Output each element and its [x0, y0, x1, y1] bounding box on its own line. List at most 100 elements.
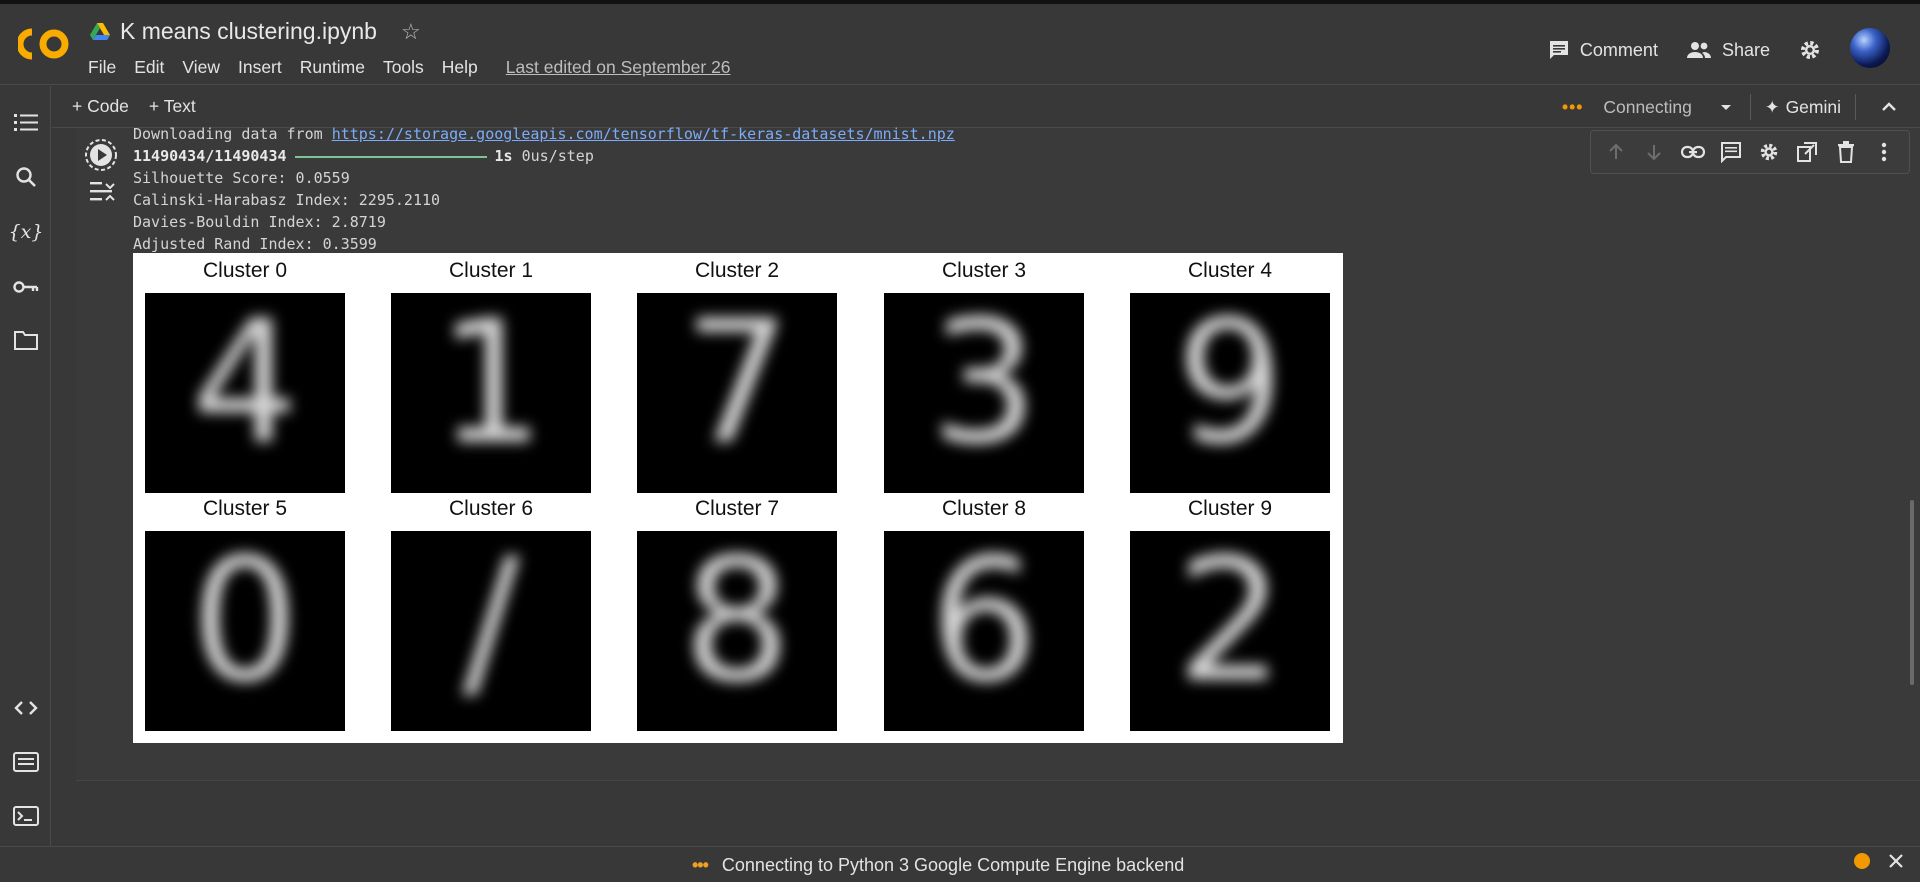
cluster-title: Cluster 3 [941, 259, 1027, 282]
link-icon[interactable] [1680, 140, 1705, 164]
star-icon[interactable]: ☆ [401, 19, 421, 45]
search-icon[interactable] [12, 163, 40, 191]
cluster-figure: Cluster 0 4 Cluster 1 1 Cluster 2 7 Cluster 3 3… [133, 253, 1343, 743]
davies-index: Davies-Bouldin Index: 2.8719 [133, 213, 386, 231]
progress-line: 11490434/11490434 1s 0us/step [133, 145, 955, 167]
rand-index: Adjusted Rand Index: 0.3599 [133, 235, 377, 253]
progress-count: 11490434/11490434 [133, 147, 287, 165]
centroid-digit-glyph: 1 [437, 293, 545, 482]
centroid-digit: 2 [1130, 531, 1330, 731]
cluster-centroid-image: 3 [884, 293, 1084, 493]
silhouette-score: Silhouette Score: 0.0559 [133, 169, 350, 187]
menu-file[interactable]: File [88, 57, 116, 78]
cluster-centroid-image: 9 [1130, 293, 1330, 493]
status-bar: ••• Connecting to Python 3 Google Comput… [0, 846, 1920, 882]
centroid-digit-glyph: 6 [930, 531, 1038, 720]
share-button[interactable]: Share [1686, 40, 1770, 61]
cluster-title: Cluster 6 [448, 497, 534, 520]
last-edited-link[interactable]: Last edited on September 26 [506, 57, 731, 78]
terminal-icon[interactable] [12, 802, 40, 830]
divider [1855, 94, 1856, 120]
centroid-digit: / [391, 531, 591, 731]
add-text-button[interactable]: + Text [149, 96, 196, 117]
centroid-digit: 8 [637, 531, 837, 731]
cluster-title: Cluster 1 [448, 259, 534, 282]
cluster-centroid-image: 7 [637, 293, 837, 493]
comment-label: Comment [1579, 39, 1658, 60]
menu-help[interactable]: Help [442, 57, 478, 78]
comment-cell-icon[interactable] [1719, 140, 1743, 164]
move-down-icon[interactable] [1642, 140, 1666, 164]
centroid-digit-glyph: / [462, 531, 520, 720]
cluster-centroid-image: 4 [145, 293, 345, 493]
chevron-down-icon[interactable] [1716, 97, 1736, 117]
centroid-digit-glyph: 3 [930, 293, 1038, 482]
gemini-label: Gemini [1785, 96, 1841, 117]
cluster-centroid-image: 0 [145, 531, 345, 731]
cluster-title: Cluster 2 [694, 259, 780, 282]
people-icon [1686, 42, 1711, 58]
folder-icon[interactable] [12, 326, 40, 354]
centroid-digit: 9 [1130, 293, 1330, 493]
drive-icon[interactable] [90, 22, 110, 41]
key-icon[interactable] [12, 273, 40, 301]
gemini-button[interactable]: ✦ Gemini [1765, 97, 1841, 118]
cluster-title: Cluster 0 [202, 259, 288, 282]
cell-output: Downloading data from https://storage.go… [133, 123, 955, 255]
menu-insert[interactable]: Insert [238, 57, 282, 78]
comment-icon [1549, 41, 1568, 59]
colab-logo[interactable] [18, 26, 70, 62]
cluster-centroid-image: 8 [637, 531, 837, 731]
progress-bar [294, 155, 487, 158]
centroid-digit: 1 [391, 293, 591, 493]
download-prefix: Downloading data from [133, 125, 332, 143]
add-code-button[interactable]: + Code [72, 96, 129, 117]
menu-runtime[interactable]: Runtime [300, 57, 365, 78]
menu-view[interactable]: View [182, 57, 220, 78]
centroid-digit: 7 [637, 293, 837, 493]
comment-button[interactable]: Comment [1548, 39, 1658, 61]
cluster-title: Cluster 5 [202, 497, 288, 520]
gear-icon[interactable] [1798, 38, 1822, 62]
more-vert-icon[interactable] [1872, 140, 1896, 164]
connecting-dots-icon: ••• [1561, 96, 1584, 117]
centroid-digit-glyph: 9 [1176, 293, 1284, 482]
mirror-cell-icon[interactable] [1795, 140, 1819, 164]
centroid-digit: 4 [145, 293, 345, 493]
centroid-digit-glyph: 8 [683, 531, 791, 720]
centroid-digit: 0 [145, 531, 345, 731]
scrollbar[interactable] [1910, 500, 1914, 685]
cell-toolbar [1590, 130, 1910, 174]
download-link[interactable]: https://storage.googleapis.com/tensorflo… [332, 125, 955, 143]
chevron-up-icon[interactable] [1878, 96, 1900, 118]
cluster-centroid-image: 1 [391, 293, 591, 493]
avatar[interactable] [1850, 28, 1890, 68]
cluster-centroid-image: / [391, 531, 591, 731]
status-indicator-icon[interactable] [1854, 853, 1870, 869]
centroid-digit-glyph: 4 [191, 293, 299, 482]
cell-settings-icon[interactable] [1757, 140, 1781, 164]
menu-tools[interactable]: Tools [383, 57, 424, 78]
menu-edit[interactable]: Edit [134, 57, 164, 78]
progress-time: 1s [494, 147, 513, 165]
cluster-title: Cluster 9 [1187, 497, 1273, 520]
centroid-digit-glyph: 7 [683, 293, 791, 482]
cluster-title: Cluster 4 [1187, 259, 1273, 282]
move-up-icon[interactable] [1604, 140, 1628, 164]
command-palette-icon[interactable] [12, 748, 40, 776]
share-label: Share [1721, 39, 1770, 60]
code-snippets-icon[interactable] [12, 694, 40, 722]
close-icon[interactable] [1888, 853, 1904, 869]
variables-icon[interactable]: {x} [9, 218, 44, 246]
centroid-digit-glyph: 2 [1176, 531, 1284, 720]
cluster-centroid-image: 2 [1130, 531, 1330, 731]
cluster-title: Cluster 8 [941, 497, 1027, 520]
notebook-title[interactable]: K means clustering.ipynb [120, 18, 377, 45]
calinski-index: Calinski-Harabasz Index: 2295.2110 [133, 191, 441, 209]
output-settings-icon[interactable] [88, 180, 116, 202]
run-cell-icon[interactable] [84, 138, 118, 172]
delete-icon[interactable] [1834, 140, 1858, 164]
connection-status[interactable]: Connecting [1603, 97, 1692, 118]
centroid-digit: 6 [884, 531, 1084, 731]
table-of-contents-icon[interactable] [12, 108, 40, 136]
